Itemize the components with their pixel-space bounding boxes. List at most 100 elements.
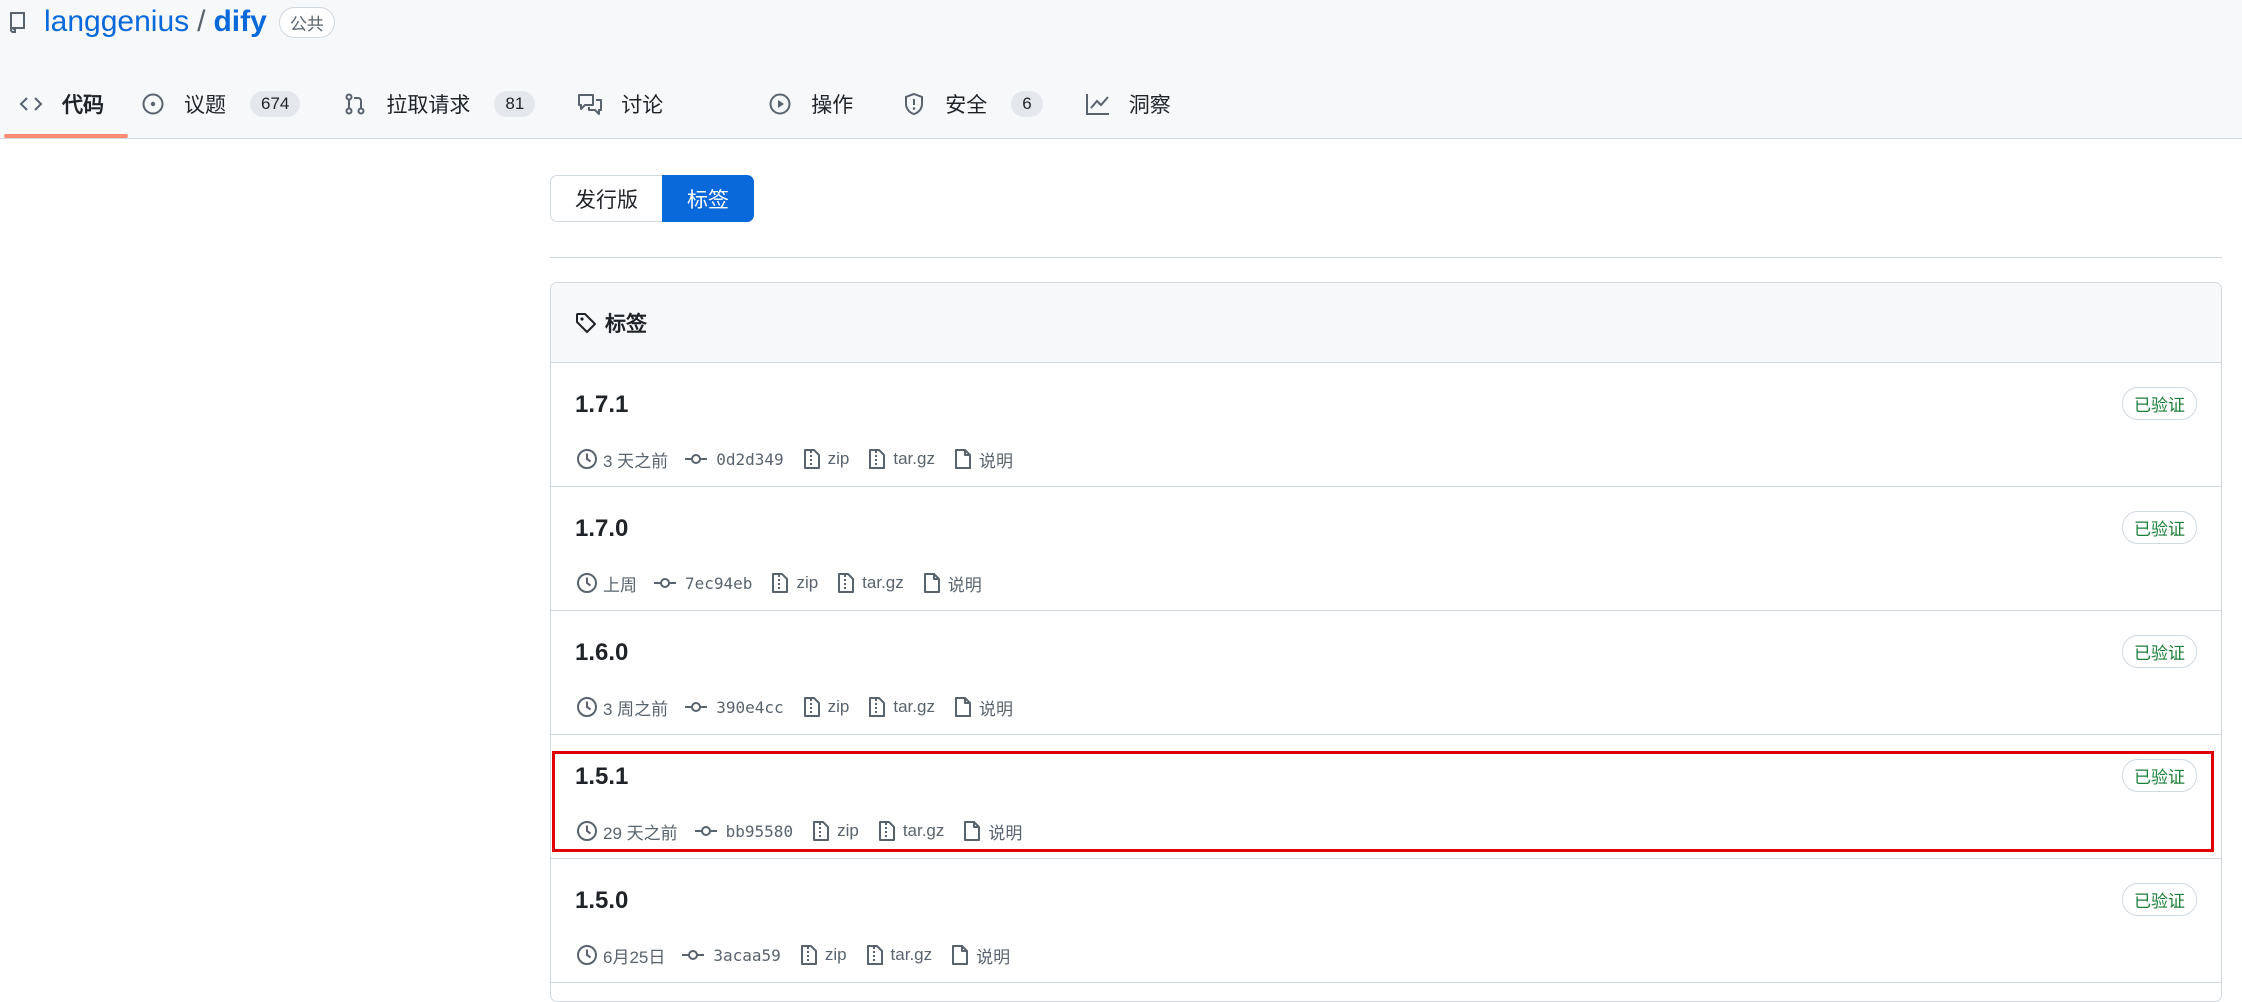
targz-download-link[interactable]: tar.gz — [862, 573, 904, 593]
tab-insights[interactable]: 洞察 — [1075, 84, 1181, 124]
release-notes-link[interactable]: 说明 — [988, 819, 1022, 844]
verified-badge[interactable]: 已验证 — [2122, 759, 2197, 792]
zip-file-icon — [797, 943, 821, 967]
tag-time: 3 周之前 — [603, 699, 669, 719]
tag-version-link[interactable]: 1.6.0 — [575, 639, 628, 667]
tag-time: 6月25日 — [603, 947, 666, 967]
tab-discussions-label: 讨论 — [621, 94, 664, 117]
tag-version-link[interactable]: 1.5.1 — [575, 763, 628, 791]
tag-row: 1.7.1 3 天之前 0d2d349 zip tar.gz 说明 已验证 — [551, 363, 2221, 487]
tag-time: 29 天之前 — [603, 823, 678, 843]
tag-row: 1.5.0 6月25日 3acaa59 zip tar.gz 说明 已验证 — [551, 859, 2221, 983]
verified-badge[interactable]: 已验证 — [2122, 387, 2197, 420]
tab-pull-requests[interactable]: 拉取请求 81 — [332, 84, 545, 124]
discussion-icon — [577, 91, 603, 117]
tag-version-link[interactable]: 1.7.1 — [575, 391, 628, 419]
shield-icon — [901, 91, 927, 117]
targz-download-link[interactable]: tar.gz — [903, 821, 945, 841]
commit-sha-link[interactable]: 0d2d349 — [716, 450, 783, 469]
zip-download-link[interactable]: zip — [828, 697, 850, 717]
tag-row: 1.7.0 上周 7ec94eb zip tar.gz 说明 已验证 — [551, 487, 2221, 611]
issue-icon — [140, 91, 166, 117]
repo-title: langgenius / dify 公共 — [8, 2, 335, 42]
repo-header: langgenius / dify 公共 代码 议题 674 拉取请求 81 讨… — [0, 0, 2242, 139]
zip-file-icon — [865, 447, 889, 471]
pull-request-icon — [342, 91, 368, 117]
tab-code-label: 代码 — [62, 94, 104, 117]
zip-file-icon — [800, 695, 824, 719]
clock-icon — [575, 943, 599, 967]
pull-requests-count: 81 — [494, 91, 536, 117]
repo-icon — [8, 11, 30, 33]
commit-sha-link[interactable]: 7ec94eb — [685, 574, 752, 593]
release-notes-link[interactable]: 说明 — [948, 571, 982, 596]
tags-heading: 标签 — [605, 312, 647, 336]
zip-file-icon — [768, 571, 792, 595]
tab-security-label: 安全 — [945, 94, 988, 117]
tab-actions-label: 操作 — [811, 94, 854, 117]
release-notes-link[interactable]: 说明 — [976, 943, 1010, 968]
tag-meta: 29 天之前 bb95580 zip tar.gz 说明 — [575, 819, 1022, 843]
tag-time: 上周 — [603, 575, 637, 595]
tag-version-link[interactable]: 1.5.0 — [575, 887, 628, 915]
commit-icon — [694, 819, 718, 843]
zip-file-icon — [834, 571, 858, 595]
zip-file-icon — [800, 447, 824, 471]
tab-issues[interactable]: 议题 674 — [130, 84, 310, 124]
tag-time: 3 天之前 — [603, 451, 669, 471]
security-count: 6 — [1011, 91, 1043, 117]
tag-version-link[interactable]: 1.7.0 — [575, 515, 628, 543]
tab-pull-requests-label: 拉取请求 — [386, 94, 471, 117]
zip-file-icon — [875, 819, 899, 843]
commit-icon — [684, 695, 708, 719]
targz-download-link[interactable]: tar.gz — [893, 449, 935, 469]
zip-file-icon — [865, 695, 889, 719]
tags-button[interactable]: 标签 — [662, 175, 754, 222]
zip-download-link[interactable]: zip — [825, 945, 847, 965]
tag-row: 1.5.1 29 天之前 bb95580 zip tar.gz 说明 已验证 — [551, 735, 2221, 859]
tag-row: 1.6.0 3 周之前 390e4cc zip tar.gz 说明 已验证 — [551, 611, 2221, 735]
tab-code[interactable]: 代码 — [4, 84, 128, 138]
clock-icon — [575, 447, 599, 471]
tab-issues-label: 议题 — [184, 94, 226, 117]
releases-tags-switch: 发行版 标签 — [550, 175, 754, 222]
releases-button[interactable]: 发行版 — [550, 175, 662, 222]
tab-actions[interactable]: 操作 — [757, 84, 863, 124]
zip-file-icon — [863, 943, 887, 967]
commit-icon — [681, 943, 705, 967]
commit-icon — [684, 447, 708, 471]
file-icon — [951, 447, 975, 471]
visibility-badge: 公共 — [278, 6, 335, 38]
commit-sha-link[interactable]: 390e4cc — [716, 698, 783, 717]
commit-sha-link[interactable]: bb95580 — [726, 822, 793, 841]
issues-count: 674 — [250, 91, 301, 117]
tab-insights-label: 洞察 — [1128, 94, 1171, 117]
targz-download-link[interactable]: tar.gz — [893, 697, 935, 717]
clock-icon — [575, 819, 599, 843]
repo-separator: / — [197, 5, 206, 38]
play-icon — [767, 91, 793, 117]
tag-meta: 3 周之前 390e4cc zip tar.gz 说明 — [575, 695, 1013, 719]
release-notes-link[interactable]: 说明 — [979, 447, 1013, 472]
zip-download-link[interactable]: zip — [837, 821, 859, 841]
zip-file-icon — [809, 819, 833, 843]
commit-sha-link[interactable]: 3acaa59 — [713, 946, 780, 965]
tab-security[interactable]: 安全 6 — [891, 84, 1052, 124]
repo-name-link[interactable]: dify — [213, 5, 266, 39]
verified-badge[interactable]: 已验证 — [2122, 635, 2197, 668]
file-icon — [948, 943, 972, 967]
tags-list: 标签 1.7.1 3 天之前 0d2d349 zip tar.gz 说明 已验证… — [550, 282, 2222, 1002]
file-icon — [951, 695, 975, 719]
release-notes-link[interactable]: 说明 — [979, 695, 1013, 720]
zip-download-link[interactable]: zip — [796, 573, 818, 593]
repo-owner-link[interactable]: langgenius — [44, 5, 189, 39]
file-icon — [920, 571, 944, 595]
tag-meta: 6月25日 3acaa59 zip tar.gz 说明 — [575, 943, 1010, 967]
targz-download-link[interactable]: tar.gz — [891, 945, 933, 965]
tags-list-header: 标签 — [551, 283, 2221, 363]
tab-discussions[interactable]: 讨论 — [567, 84, 673, 124]
zip-download-link[interactable]: zip — [828, 449, 850, 469]
divider — [550, 257, 2222, 258]
verified-badge[interactable]: 已验证 — [2122, 883, 2197, 916]
verified-badge[interactable]: 已验证 — [2122, 511, 2197, 544]
